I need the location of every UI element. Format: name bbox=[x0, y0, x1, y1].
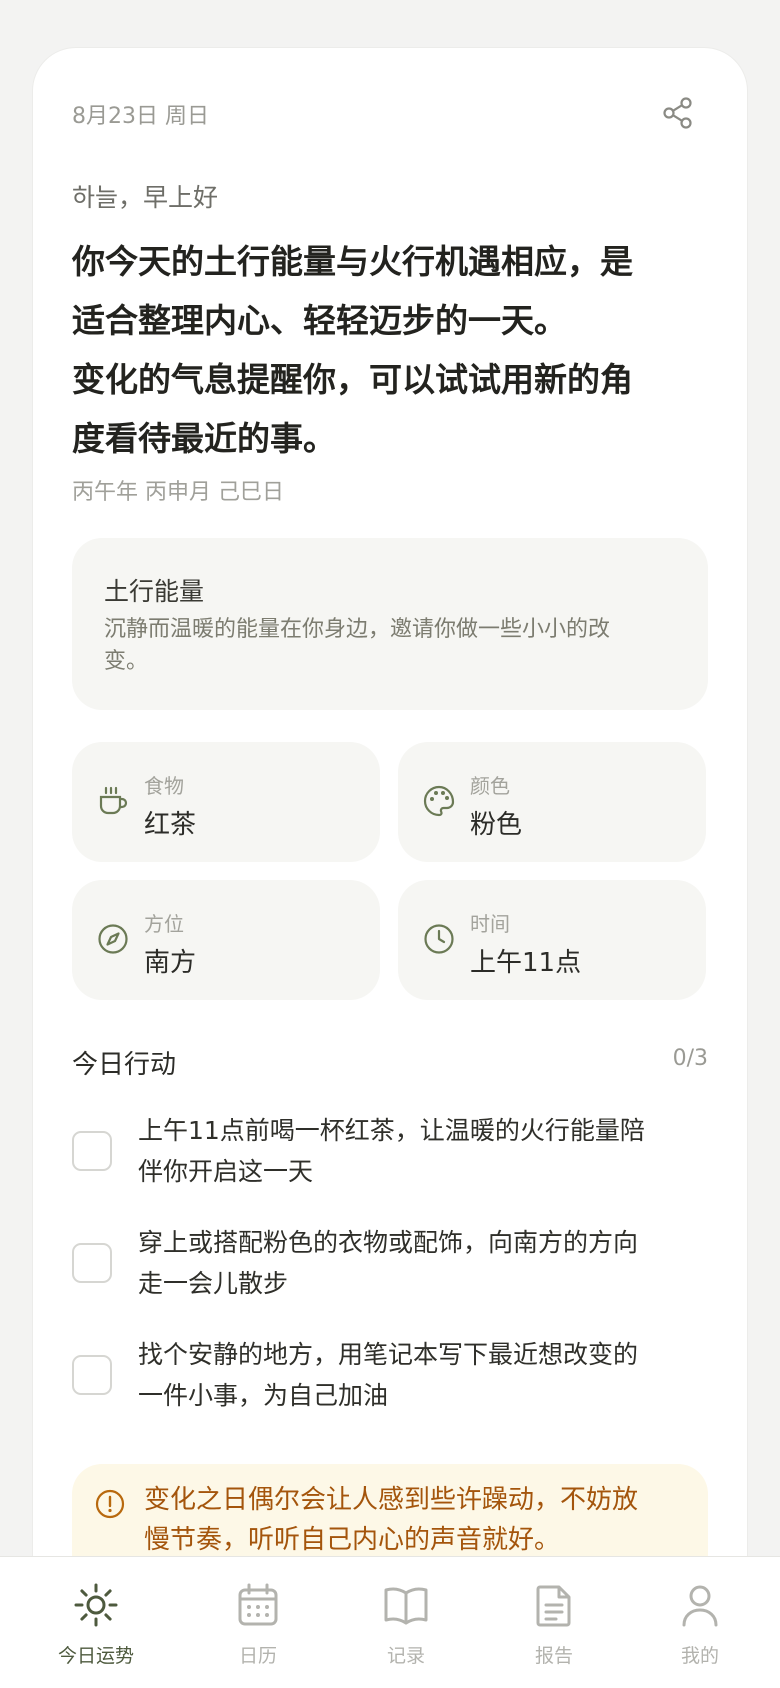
alert-circle-icon bbox=[95, 1489, 125, 1519]
greeting: 하늘，早上好 bbox=[72, 183, 219, 212]
sun-icon bbox=[74, 1583, 118, 1627]
lucky-time-tile: 时间 上午11点 bbox=[398, 880, 706, 1000]
action-text: 找个安静的地方，用笔记本写下最近想改变的 一件小事，为自己加油 bbox=[138, 1334, 778, 1416]
tile-value: 上午11点 bbox=[470, 948, 582, 978]
tile-label: 方位 bbox=[144, 912, 184, 936]
book-icon bbox=[384, 1587, 428, 1625]
actions-title: 今日行动 bbox=[72, 1050, 177, 1080]
energy-description: 沉静而温暖的能量在你身边，邀请你做一些小小的改 变。 bbox=[104, 614, 676, 678]
tab-today-fortune[interactable]: 今日运势 bbox=[26, 1557, 166, 1688]
energy-card: 土行能量 沉静而温暖的能量在你身边，邀请你做一些小小的改 变。 bbox=[72, 538, 708, 710]
energy-title: 土行能量 bbox=[104, 577, 205, 606]
action-text-line: 上午11点前喝一杯红茶，让温暖的火行能量陪 bbox=[138, 1116, 645, 1145]
lucky-color-tile: 颜色 粉色 bbox=[398, 742, 706, 862]
headline-line: 适合整理内心、轻轻迈步的一天。 bbox=[72, 301, 567, 340]
tab-label: 我的 bbox=[680, 1645, 719, 1667]
fortune-headline: 你今天的土行能量与火行机遇相应，是 适合整理内心、轻轻迈步的一天。 变化的气息提… bbox=[72, 232, 712, 468]
tile-value: 南方 bbox=[144, 948, 197, 978]
tab-records[interactable]: 记录 bbox=[336, 1557, 476, 1688]
action-checkbox[interactable] bbox=[72, 1243, 112, 1283]
action-checkbox[interactable] bbox=[72, 1131, 112, 1171]
date-label: 8月23日 周日 bbox=[72, 104, 209, 129]
actions-progress: 0/3 bbox=[672, 1046, 708, 1071]
action-text-line: 找个安静的地方，用笔记本写下最近想改变的 bbox=[138, 1340, 639, 1369]
ganzhi-date: 丙午年 丙申月 己巳日 bbox=[72, 480, 284, 505]
tile-value: 红茶 bbox=[144, 810, 197, 840]
tile-label: 食物 bbox=[144, 774, 184, 798]
headline-line: 度看待最近的事。 bbox=[72, 419, 336, 458]
energy-desc-line: 变。 bbox=[104, 649, 149, 674]
tab-calendar[interactable]: 日历 bbox=[188, 1557, 328, 1688]
tab-label: 日历 bbox=[238, 1645, 277, 1667]
action-text: 上午11点前喝一杯红茶，让温暖的火行能量陪 伴你开启这一天 bbox=[138, 1110, 778, 1192]
notice-text: 变化之日偶尔会让人感到些许躁动，不妨放 慢节奏，听听自己内心的声音就好。 bbox=[144, 1480, 704, 1560]
compass-icon bbox=[98, 924, 128, 954]
document-icon bbox=[536, 1585, 571, 1627]
lucky-food-tile: 食物 红茶 bbox=[72, 742, 380, 862]
headline-line: 变化的气息提醒你，可以试试用新的角 bbox=[72, 360, 633, 399]
tile-value: 粉色 bbox=[470, 810, 523, 840]
action-text: 穿上或搭配粉色的衣物或配饰，向南方的方向 走一会儿散步 bbox=[138, 1222, 778, 1304]
tile-label: 时间 bbox=[470, 912, 510, 936]
action-text-line: 一件小事，为自己加油 bbox=[138, 1381, 389, 1410]
tab-label: 今日运势 bbox=[57, 1645, 134, 1667]
tab-profile[interactable]: 我的 bbox=[630, 1557, 770, 1688]
tab-label: 记录 bbox=[386, 1645, 425, 1667]
action-text-line: 穿上或搭配粉色的衣物或配饰，向南方的方向 bbox=[138, 1228, 639, 1257]
share-icon bbox=[663, 97, 692, 129]
share-button[interactable] bbox=[660, 95, 696, 131]
headline-line: 你今天的土行能量与火行机遇相应，是 bbox=[72, 242, 633, 281]
action-text-line: 走一会儿散步 bbox=[138, 1269, 289, 1298]
notice-text-line: 慢节奏，听听自己内心的声音就好。 bbox=[144, 1525, 561, 1555]
tab-reports[interactable]: 报告 bbox=[484, 1557, 624, 1688]
tea-cup-icon bbox=[99, 786, 128, 815]
action-text-line: 伴你开启这一天 bbox=[138, 1157, 314, 1186]
clock-icon bbox=[424, 924, 454, 954]
calendar-icon bbox=[238, 1583, 278, 1626]
person-icon bbox=[682, 1585, 718, 1627]
energy-desc-line: 沉静而温暖的能量在你身边，邀请你做一些小小的改 bbox=[104, 617, 611, 642]
bottom-tab-bar: 今日运势 日历 记录 报告 我的 bbox=[0, 1556, 780, 1688]
lucky-direction-tile: 方位 南方 bbox=[72, 880, 380, 1000]
notice-text-line: 变化之日偶尔会让人感到些许躁动，不妨放 bbox=[144, 1485, 639, 1515]
palette-icon bbox=[423, 785, 455, 817]
action-checkbox[interactable] bbox=[72, 1355, 112, 1395]
tile-label: 颜色 bbox=[470, 774, 510, 798]
tab-label: 报告 bbox=[534, 1645, 573, 1667]
